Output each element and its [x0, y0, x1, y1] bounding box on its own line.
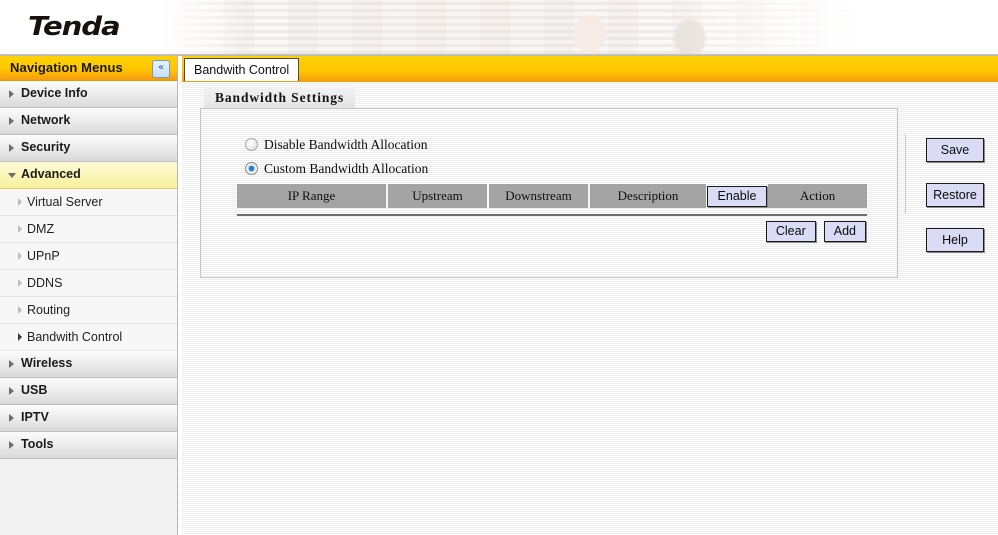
sidebar-item-label: Advanced — [21, 167, 81, 181]
double-chevron-left-icon[interactable]: « — [152, 60, 170, 78]
chevron-right-icon — [9, 90, 14, 98]
sidebar-item-label: Device Info — [21, 86, 88, 100]
chevron-right-icon — [18, 225, 22, 233]
sidebar-item-security[interactable]: Security — [0, 135, 177, 162]
chevron-right-icon — [18, 333, 22, 341]
restore-button[interactable]: Restore — [926, 183, 984, 207]
chevron-right-icon — [9, 117, 14, 125]
sidebar-item-network[interactable]: Network — [0, 108, 177, 135]
chevron-right-icon — [18, 279, 22, 287]
clear-button[interactable]: Clear — [765, 221, 816, 242]
sidebar-item-label: Network — [21, 113, 71, 127]
main-area: Bandwith Control Bandwidth Settings Disa… — [182, 56, 998, 535]
side-button-divider — [905, 134, 906, 214]
chevron-right-icon — [9, 144, 14, 152]
sidebar-item-wireless[interactable]: Wireless — [0, 351, 177, 378]
sidebar-subitem-label: Virtual Server — [27, 195, 103, 209]
tab-strip: Bandwith Control — [182, 56, 998, 82]
chevron-down-icon — [8, 173, 16, 178]
tab-bandwith-control[interactable]: Bandwith Control — [184, 58, 300, 81]
page-banner: Tenda — [0, 0, 998, 54]
sidebar-subitem-label: DMZ — [27, 222, 55, 236]
sidebar-item-label: USB — [21, 383, 48, 397]
sidebar-item-device-info[interactable]: Device Info — [0, 81, 177, 108]
sidebar-item-tools[interactable]: Tools — [0, 432, 177, 459]
panel-title-bandwidth-settings: Bandwidth Settings — [204, 87, 356, 108]
content-surface: Bandwidth Settings Disable Bandwidth All… — [182, 82, 998, 535]
table-bottom-rule — [237, 214, 867, 216]
sidebar-item-label: Security — [21, 140, 71, 154]
sidebar-item-label: IPTV — [21, 410, 49, 424]
bandwidth-settings-panel: Disable Bandwidth Allocation Custom Band… — [200, 108, 898, 278]
sidebar-subitem-bandwith-control[interactable]: Bandwith Control — [0, 324, 177, 351]
sidebar-item-advanced[interactable]: Advanced — [0, 162, 177, 189]
sidebar: Navigation Menus « Device Info Network Sec… — [0, 56, 178, 535]
navigation-menus-header: Navigation Menus « — [0, 56, 177, 81]
table-header-ip-range: IP Range — [237, 184, 386, 208]
chevron-right-icon — [9, 387, 14, 395]
sidebar-subitem-upnp[interactable]: UPnP — [0, 243, 177, 270]
sidebar-subitem-dmz[interactable]: DMZ — [0, 216, 177, 243]
radio-custom-bandwidth-allocation[interactable] — [245, 162, 258, 175]
navigation-menus-title: Navigation Menus — [10, 60, 123, 75]
table-header-description: Description — [590, 184, 706, 208]
enable-button[interactable]: Enable — [706, 185, 768, 207]
tenda-logo: Tenda — [28, 12, 121, 42]
add-button[interactable]: Add — [823, 221, 866, 242]
sidebar-item-usb[interactable]: USB — [0, 378, 177, 405]
radio-label-disable: Disable Bandwidth Allocation — [264, 137, 428, 152]
sidebar-subitem-label: UPnP — [27, 249, 60, 263]
sidebar-subitem-routing[interactable]: Routing — [0, 297, 177, 324]
chevron-right-icon — [9, 414, 14, 422]
chevron-right-icon — [18, 306, 22, 314]
table-header-upstream: Upstream — [387, 184, 487, 208]
bandwidth-rules-table-header: IP Range Upstream Downstream Description Ena… — [237, 184, 868, 208]
chevron-right-icon — [18, 198, 22, 206]
table-header-downstream: Downstream — [489, 184, 589, 208]
side-button-column: Save Restore Help — [915, 138, 995, 273]
sidebar-menu-list: Device Info Network Security Advanced Virtua… — [0, 81, 177, 459]
sidebar-item-iptv[interactable]: IPTV — [0, 405, 177, 432]
save-button[interactable]: Save — [926, 138, 984, 162]
sidebar-item-label: Tools — [21, 437, 54, 451]
radio-label-custom: Custom Bandwidth Allocation — [264, 161, 429, 176]
sidebar-subitem-label: Bandwith Control — [27, 330, 123, 344]
sidebar-subitem-label: DDNS — [27, 276, 63, 290]
sidebar-item-label: Wireless — [21, 356, 73, 370]
sidebar-subitem-label: Routing — [27, 303, 71, 317]
table-header-action: Action — [768, 184, 868, 208]
help-button[interactable]: Help — [926, 228, 984, 252]
sidebar-subitem-ddns[interactable]: DDNS — [0, 270, 177, 297]
banner-photo — [160, 0, 860, 54]
sidebar-subitem-virtual-server[interactable]: Virtual Server — [0, 189, 177, 216]
table-action-buttons: Clear Add — [765, 221, 866, 242]
radio-disable-bandwidth-allocation[interactable] — [245, 138, 258, 151]
chevron-right-icon — [9, 441, 14, 449]
chevron-right-icon — [18, 252, 22, 260]
table-header-enable[interactable]: Enable — [706, 184, 768, 208]
chevron-right-icon — [9, 360, 14, 368]
